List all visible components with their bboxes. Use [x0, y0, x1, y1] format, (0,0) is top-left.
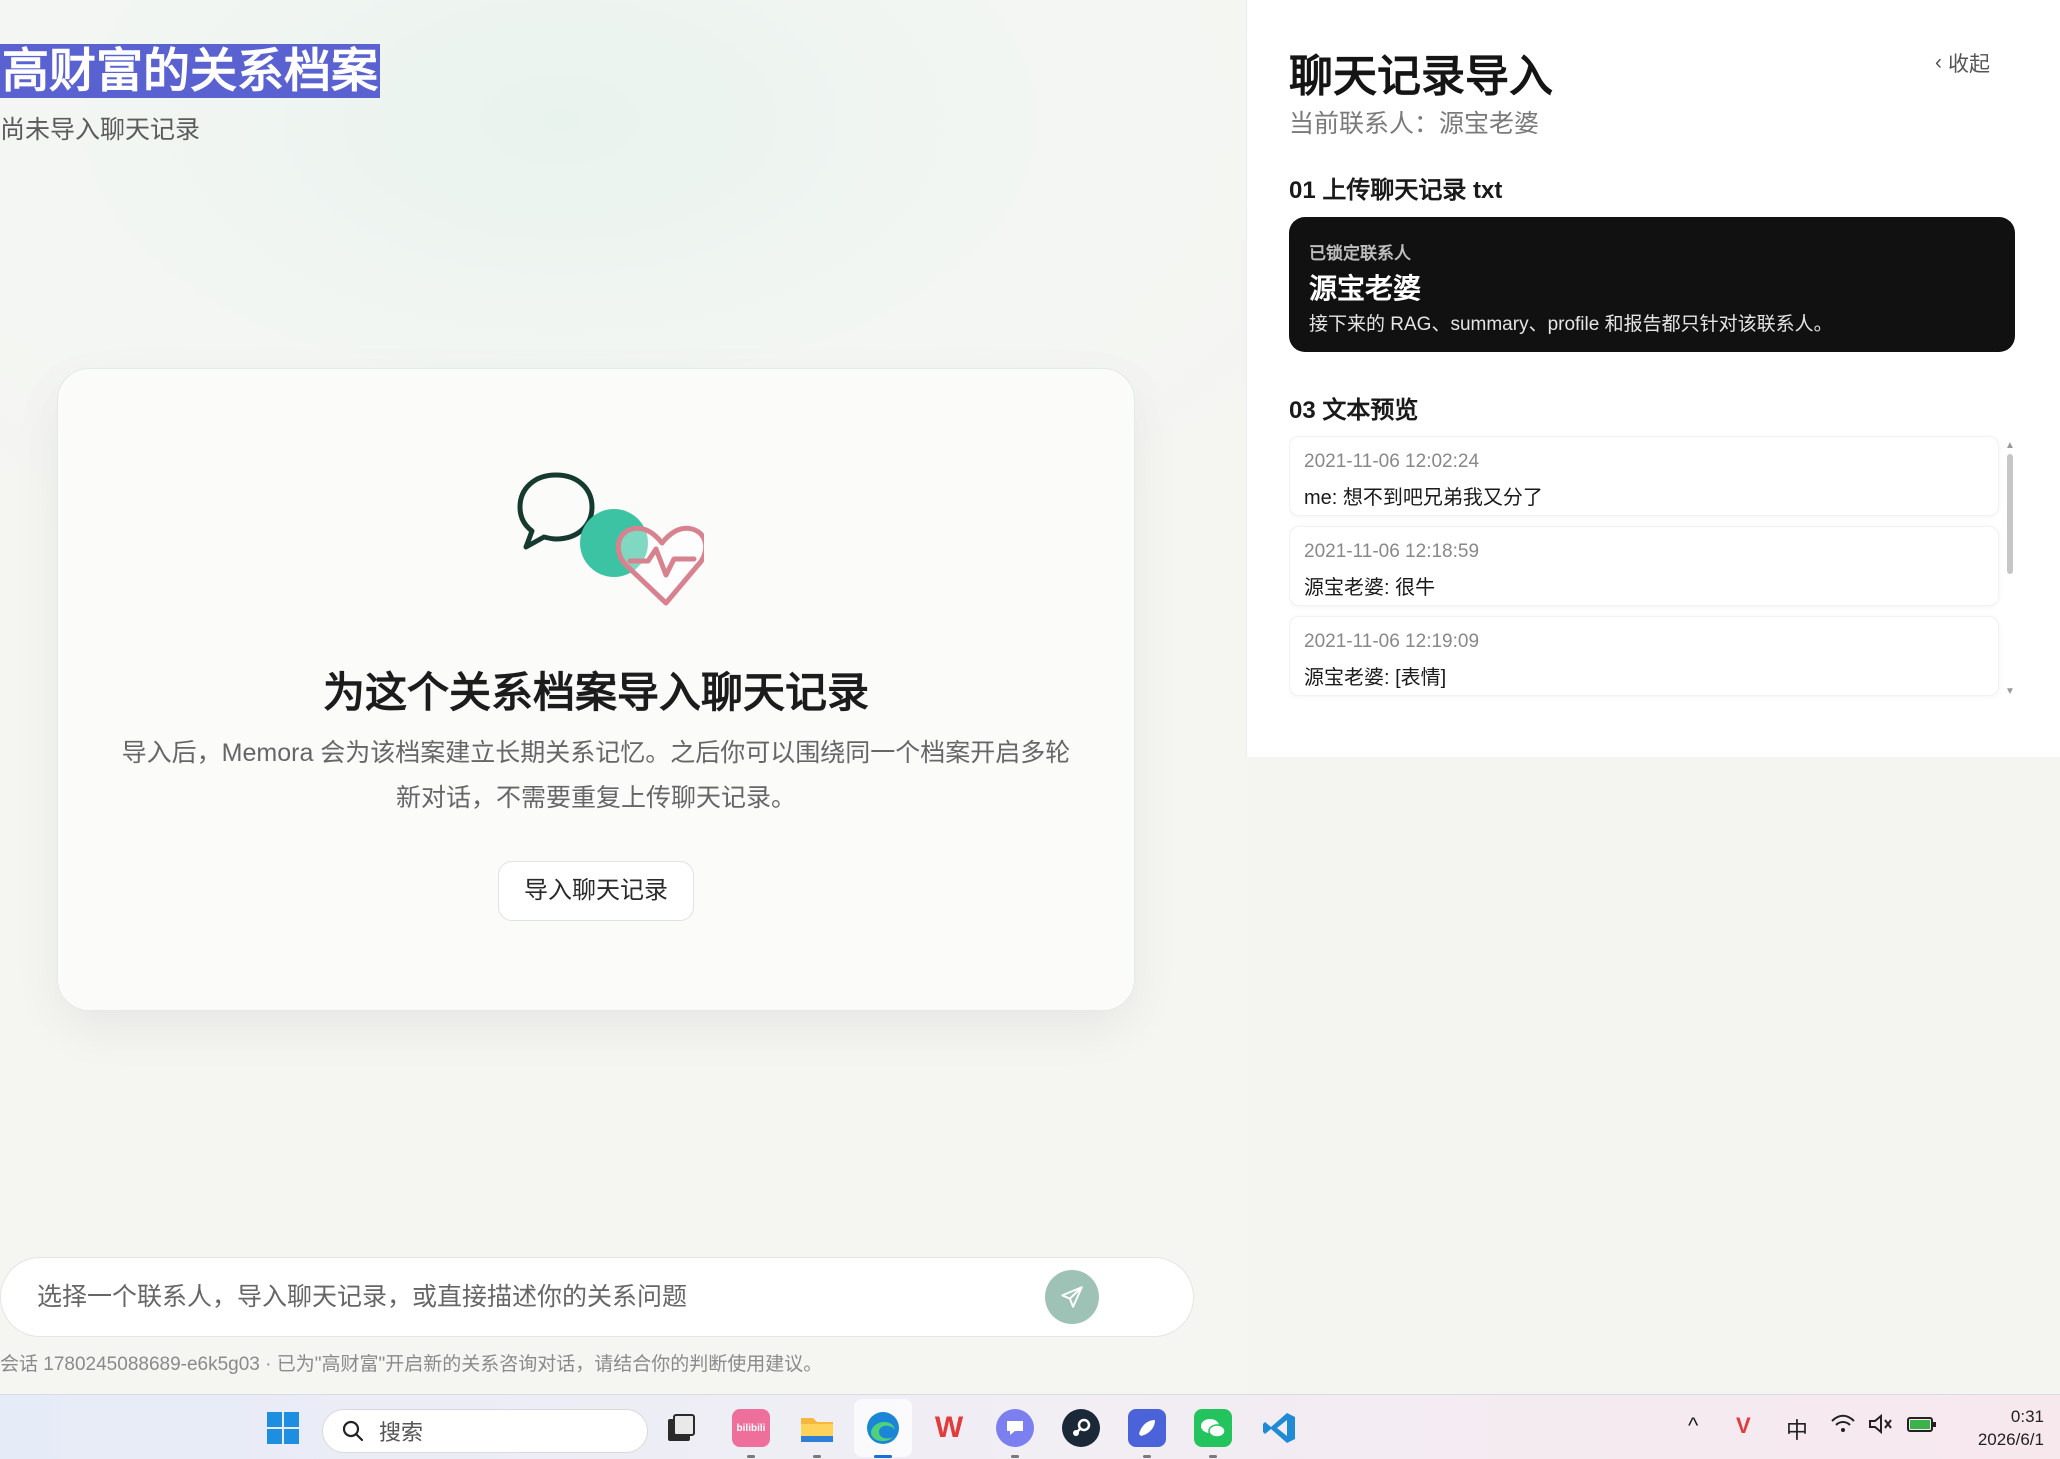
collapse-button[interactable]: ‹ 收起	[1935, 48, 1990, 78]
message-time: 2021-11-06 12:18:59	[1304, 541, 1480, 562]
send-button[interactable]	[1045, 1270, 1099, 1324]
preview-message: 2021-11-06 12:02:24 me: 想不到吧兄弟我又分了	[1289, 436, 1999, 516]
search-icon	[342, 1420, 364, 1442]
locked-contact-name: 源宝老婆	[1309, 273, 1422, 304]
tray-overflow-icon[interactable]: ^	[1688, 1413, 1698, 1439]
rocket-app-icon[interactable]	[1128, 1409, 1166, 1447]
chat-app-icon[interactable]	[996, 1409, 1034, 1447]
active-indicator	[874, 1455, 892, 1458]
chat-import-panel: 聊天记录导入 ‹ 收起 当前联系人：源宝老婆 01 上传聊天记录 txt 已锁定…	[1246, 0, 2060, 757]
scroll-thumb[interactable]	[2007, 454, 2013, 574]
locked-kicker: 已锁定联系人	[1309, 244, 1411, 263]
import-empty-state-card: 为这个关系档案导入聊天记录 导入后，Memora 会为该档案建立长期关系记忆。之…	[57, 368, 1135, 1011]
card-description: 导入后，Memora 会为该档案建立长期关系记忆。之后你可以围绕同一个档案开启多…	[121, 739, 1071, 812]
wifi-icon[interactable]	[1830, 1413, 1856, 1441]
running-indicator	[1209, 1455, 1217, 1458]
clock-time: 0:31	[2010, 1407, 2044, 1426]
import-chat-button[interactable]: 导入聊天记录	[498, 861, 694, 921]
profile-title: 高财富的关系档案	[0, 44, 380, 98]
taskbar-search[interactable]: 搜索	[322, 1409, 648, 1453]
preview-scrollbar[interactable]: ▲ ▼	[2005, 440, 2015, 700]
running-indicator	[813, 1455, 821, 1458]
tray-antivirus-icon[interactable]: V	[1736, 1413, 1751, 1439]
text-preview-list[interactable]: 2021-11-06 12:02:24 me: 想不到吧兄弟我又分了 2021-…	[1289, 430, 2015, 708]
import-illustration	[517, 472, 704, 606]
steam-icon[interactable]	[1062, 1409, 1100, 1447]
card-title: 为这个关系档案导入聊天记录	[322, 669, 869, 716]
session-footnote: 会话 1780245088689-e6k5g03 · 已为"高财富"开启新的关系…	[0, 1354, 823, 1375]
taskbar: 搜索 bilibili W ^ V 中 0:31 2026/6/1	[0, 1394, 2060, 1459]
ime-indicator[interactable]: 中	[1786, 1413, 1808, 1445]
message-text: 源宝老婆: [表情]	[1304, 667, 1447, 689]
running-indicator	[1143, 1455, 1151, 1458]
main-area: 高财富的关系档案 尚未导入聊天记录 为这个关系档案导入聊天记录 导入后，Memo…	[0, 0, 1246, 1394]
battery-charging-icon[interactable]	[1906, 1413, 1938, 1441]
message-input[interactable]	[37, 1258, 997, 1336]
composer	[0, 1257, 1194, 1337]
running-indicator	[747, 1455, 755, 1458]
send-icon	[1061, 1286, 1083, 1308]
windows-start-icon[interactable]	[266, 1411, 300, 1445]
collapse-label: 收起	[1948, 53, 1990, 76]
scroll-down-icon[interactable]: ▼	[2005, 686, 2015, 697]
locked-contact-card: 已锁定联系人 源宝老婆 接下来的 RAG、summary、profile 和报告…	[1289, 217, 2015, 352]
locked-note: 接下来的 RAG、summary、profile 和报告都只针对该联系人。	[1309, 314, 1833, 335]
volume-muted-icon[interactable]	[1868, 1413, 1894, 1441]
vscode-icon[interactable]	[1260, 1409, 1298, 1447]
preview-message: 2021-11-06 12:18:59 源宝老婆: 很牛	[1289, 526, 1999, 606]
folder-icon[interactable]	[798, 1409, 836, 1447]
bilibili-icon[interactable]: bilibili	[732, 1409, 770, 1447]
message-text: me: 想不到吧兄弟我又分了	[1304, 487, 1543, 509]
clock-date: 2026/6/1	[1977, 1430, 2044, 1449]
section-upload-label: 01 上传聊天记录 txt	[1289, 177, 1503, 204]
search-label: 搜索	[379, 1420, 424, 1445]
message-time: 2021-11-06 12:02:24	[1304, 451, 1480, 472]
wechat-icon[interactable]	[1194, 1409, 1232, 1447]
preview-message: 2021-11-06 12:19:09 源宝老婆: [表情]	[1289, 616, 1999, 696]
scroll-up-icon[interactable]: ▲	[2005, 440, 2015, 451]
file-manager-icon[interactable]	[662, 1409, 700, 1447]
message-text: 源宝老婆: 很牛	[1304, 577, 1436, 599]
heart-pulse-icon	[615, 525, 704, 606]
wps-icon[interactable]: W	[930, 1409, 968, 1447]
message-time: 2021-11-06 12:19:09	[1304, 631, 1480, 652]
profile-status: 尚未导入聊天记录	[0, 116, 201, 144]
current-contact: 当前联系人：源宝老婆	[1289, 110, 1540, 138]
chevron-left-icon: ‹	[1935, 51, 1942, 74]
section-preview-label: 03 文本预览	[1289, 397, 1419, 424]
running-indicator	[1011, 1455, 1019, 1458]
system-clock[interactable]: 0:31 2026/6/1	[1958, 1405, 2044, 1451]
edge-icon[interactable]	[864, 1409, 902, 1447]
panel-title: 聊天记录导入	[1289, 52, 1553, 101]
